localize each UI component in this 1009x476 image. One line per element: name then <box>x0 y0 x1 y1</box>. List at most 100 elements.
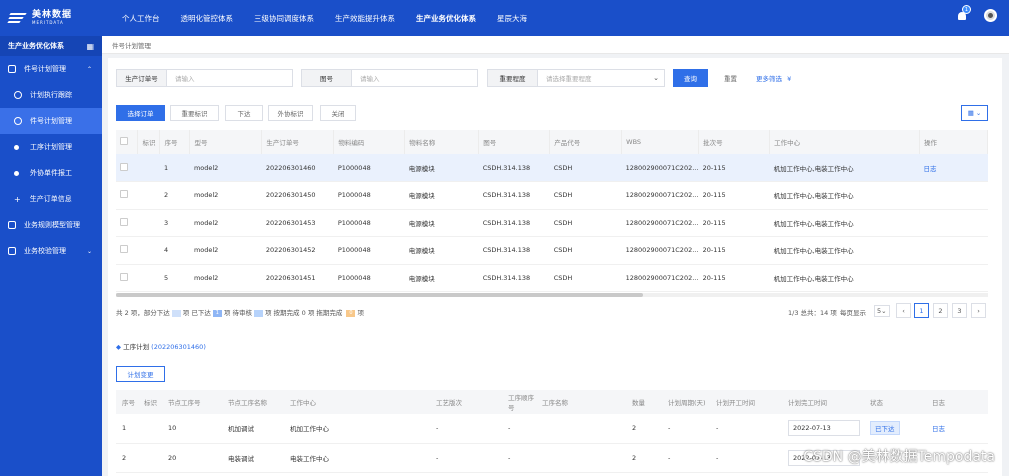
sidebar-item-execution-tracking[interactable]: 计划执行跟踪 <box>0 82 102 108</box>
document-icon <box>8 247 16 255</box>
select-order-button[interactable]: 选择订单 <box>116 105 165 121</box>
grid-menu-icon[interactable]: ▦ <box>86 42 94 51</box>
page-button[interactable]: 3 <box>952 303 967 318</box>
query-button[interactable]: 查询 <box>673 69 708 87</box>
close-button[interactable]: 关闭 <box>320 105 356 121</box>
priority-select[interactable]: 请选择重要程度 ⌄ <box>537 69 665 87</box>
table-row[interactable]: 4 model2 202206301452 P1000048 电源模块 CSDH.314.… <box>116 236 988 265</box>
reset-button[interactable]: 重置 <box>713 69 748 87</box>
order-number-label: 生产订单号 <box>116 69 167 87</box>
per-page-select[interactable]: 5⌄ <box>874 305 890 317</box>
table-cell: - <box>662 414 710 444</box>
column-settings-button[interactable]: ▦ ⌄ <box>961 105 988 121</box>
late-chip: 0 <box>346 309 356 317</box>
table-row[interactable]: 3 model2 202206301453 P1000048 电源模块 CSDH.314.… <box>116 209 988 237</box>
planned-finish-date-input[interactable]: 2022-07-13 <box>788 420 860 437</box>
table-cell <box>536 414 626 444</box>
column-header: 批次号 <box>698 130 771 154</box>
table-row[interactable]: 5 model2 202206301451 P1000048 电源模块 CSDH.314.… <box>116 264 988 292</box>
row-checkbox[interactable] <box>116 181 138 210</box>
grid-icon: ▦ <box>967 109 974 117</box>
sidebar-item-label: 生产订单信息 <box>29 195 72 203</box>
top-nav-item-workbench[interactable]: 个人工作台 <box>122 13 160 24</box>
sidebar-item-production-order[interactable]: + 生产订单信息 <box>0 186 102 212</box>
page-button[interactable]: 2 <box>933 303 948 318</box>
log-link[interactable] <box>919 209 988 237</box>
order-number-input[interactable]: 请输入 <box>166 69 293 87</box>
top-nav-item-stars[interactable]: 星辰大海 <box>497 13 527 24</box>
table-cell: CSDH <box>549 209 622 237</box>
row-checkbox[interactable] <box>116 209 138 237</box>
table-cell: CSDH.314.138 <box>478 181 550 210</box>
row-checkbox[interactable] <box>116 236 138 265</box>
table-row[interactable]: 1 model2 202206301460 P1000048 电源模块 CSDH.314.… <box>116 154 988 182</box>
column-header: 序号 <box>116 390 138 414</box>
sidebar-item-part-plan-group[interactable]: 件号计划管理 ⌃ <box>0 56 102 82</box>
table-cell: 3 <box>159 209 190 237</box>
column-header: 工序名称 <box>536 390 626 414</box>
drawing-number-input[interactable]: 请输入 <box>351 69 478 87</box>
sidebar-item-outsource-report[interactable]: 外协单件报工 <box>0 160 102 186</box>
table-cell: 20-115 <box>698 264 770 292</box>
summary-total: 2 <box>124 309 129 317</box>
select-all-checkbox[interactable] <box>116 130 139 154</box>
sidebar-item-validation[interactable]: 业务校验管理 ⌄ <box>0 238 102 264</box>
part-plan-table: 标识 序号 型号 生产订单号 物料编码 物料名称 图号 产品代号 WBS 批次号… <box>116 130 989 292</box>
horizontal-scrollbar[interactable] <box>116 293 988 297</box>
table-cell: - <box>430 414 502 444</box>
page-button[interactable]: 1 <box>914 303 929 318</box>
sidebar-item-part-plan[interactable]: 件号计划管理 <box>0 108 102 134</box>
log-link[interactable] <box>919 181 988 210</box>
log-link[interactable]: 日志 <box>919 154 988 182</box>
more-filters-link[interactable]: 更多筛选 ¥ <box>756 73 791 83</box>
table-cell: CSDH <box>549 236 622 265</box>
sidebar-item-rule-model[interactable]: 业务规则模型管理 <box>0 212 102 238</box>
scrollbar-thumb[interactable] <box>116 293 643 297</box>
table-cell: P1000048 <box>333 154 405 182</box>
row-checkbox[interactable] <box>116 264 138 292</box>
top-nav-item-efficiency[interactable]: 生产效能提升体系 <box>335 13 395 24</box>
important-mark-button[interactable]: 重要标识 <box>170 105 219 121</box>
table-cell <box>536 443 626 473</box>
table-cell: model2 <box>189 154 262 182</box>
sidebar: 生产业务优化体系 ▦ 件号计划管理 ⌃ 计划执行跟踪 件号计划管理 工序计划管理… <box>0 36 102 476</box>
table-cell: 20-115 <box>698 236 770 265</box>
app-logo[interactable]: 美林数据 MERITDATA <box>0 0 102 36</box>
status-summary: 共 2 项，部分下达项 已下达 1 项 待审核项 按期完成 0 项 拖期完成 0项 <box>116 307 364 317</box>
table-cell: CSDH.314.138 <box>478 264 550 292</box>
log-link[interactable] <box>919 236 988 265</box>
table-cell: 2 <box>626 443 662 473</box>
logo-name: 美林数据 <box>32 10 73 20</box>
top-nav-item-coordination[interactable]: 三级协同调度体系 <box>254 13 314 24</box>
sidebar-item-label: 计划执行跟踪 <box>30 91 72 99</box>
log-link[interactable]: 日志 <box>926 414 988 444</box>
dot-icon <box>14 170 19 176</box>
table-cell: 2 <box>626 414 662 444</box>
column-header: 图号 <box>478 130 551 154</box>
top-nav-item-transparent[interactable]: 透明化管控体系 <box>181 13 234 24</box>
top-nav-item-optimization[interactable]: 生产业务优化体系 <box>416 13 476 24</box>
user-avatar[interactable] <box>984 9 997 22</box>
outsource-mark-button[interactable]: 外协标识 <box>268 105 313 121</box>
issue-button[interactable]: 下达 <box>225 105 263 121</box>
table-cell: 20 <box>162 443 222 473</box>
notification-bell-icon[interactable]: 1 <box>956 5 971 22</box>
table-cell: 202206301460 <box>261 154 334 182</box>
summary-text: 项 拖期完成 <box>307 309 343 317</box>
next-page-button[interactable]: › <box>971 303 986 318</box>
log-link[interactable] <box>919 264 988 292</box>
plan-change-button[interactable]: 计划变更 <box>116 366 165 382</box>
column-header: 计划周期(天) <box>662 390 710 414</box>
table-cell: 2 <box>159 181 190 210</box>
breadcrumb-item[interactable]: 件号计划管理 <box>112 40 151 50</box>
table-row[interactable]: 2 model2 202206301450 P1000048 电源模块 CSDH.314.… <box>116 181 988 210</box>
prev-page-button[interactable]: ‹ <box>896 303 911 318</box>
row-checkbox[interactable] <box>116 154 138 182</box>
diamond-icon: ◆ <box>116 343 121 351</box>
table-cell: 已下达 <box>864 414 926 444</box>
table-row[interactable]: 1 10 机加调试 机加工作中心 - -2- -2022-07-13 已下达 日志 <box>116 414 988 444</box>
summary-text: 项 按期完成 <box>264 309 300 317</box>
summary-text: 项 <box>357 309 364 317</box>
sidebar-item-process-plan[interactable]: 工序计划管理 <box>0 134 102 160</box>
column-header: 节点工序号 <box>162 390 222 414</box>
